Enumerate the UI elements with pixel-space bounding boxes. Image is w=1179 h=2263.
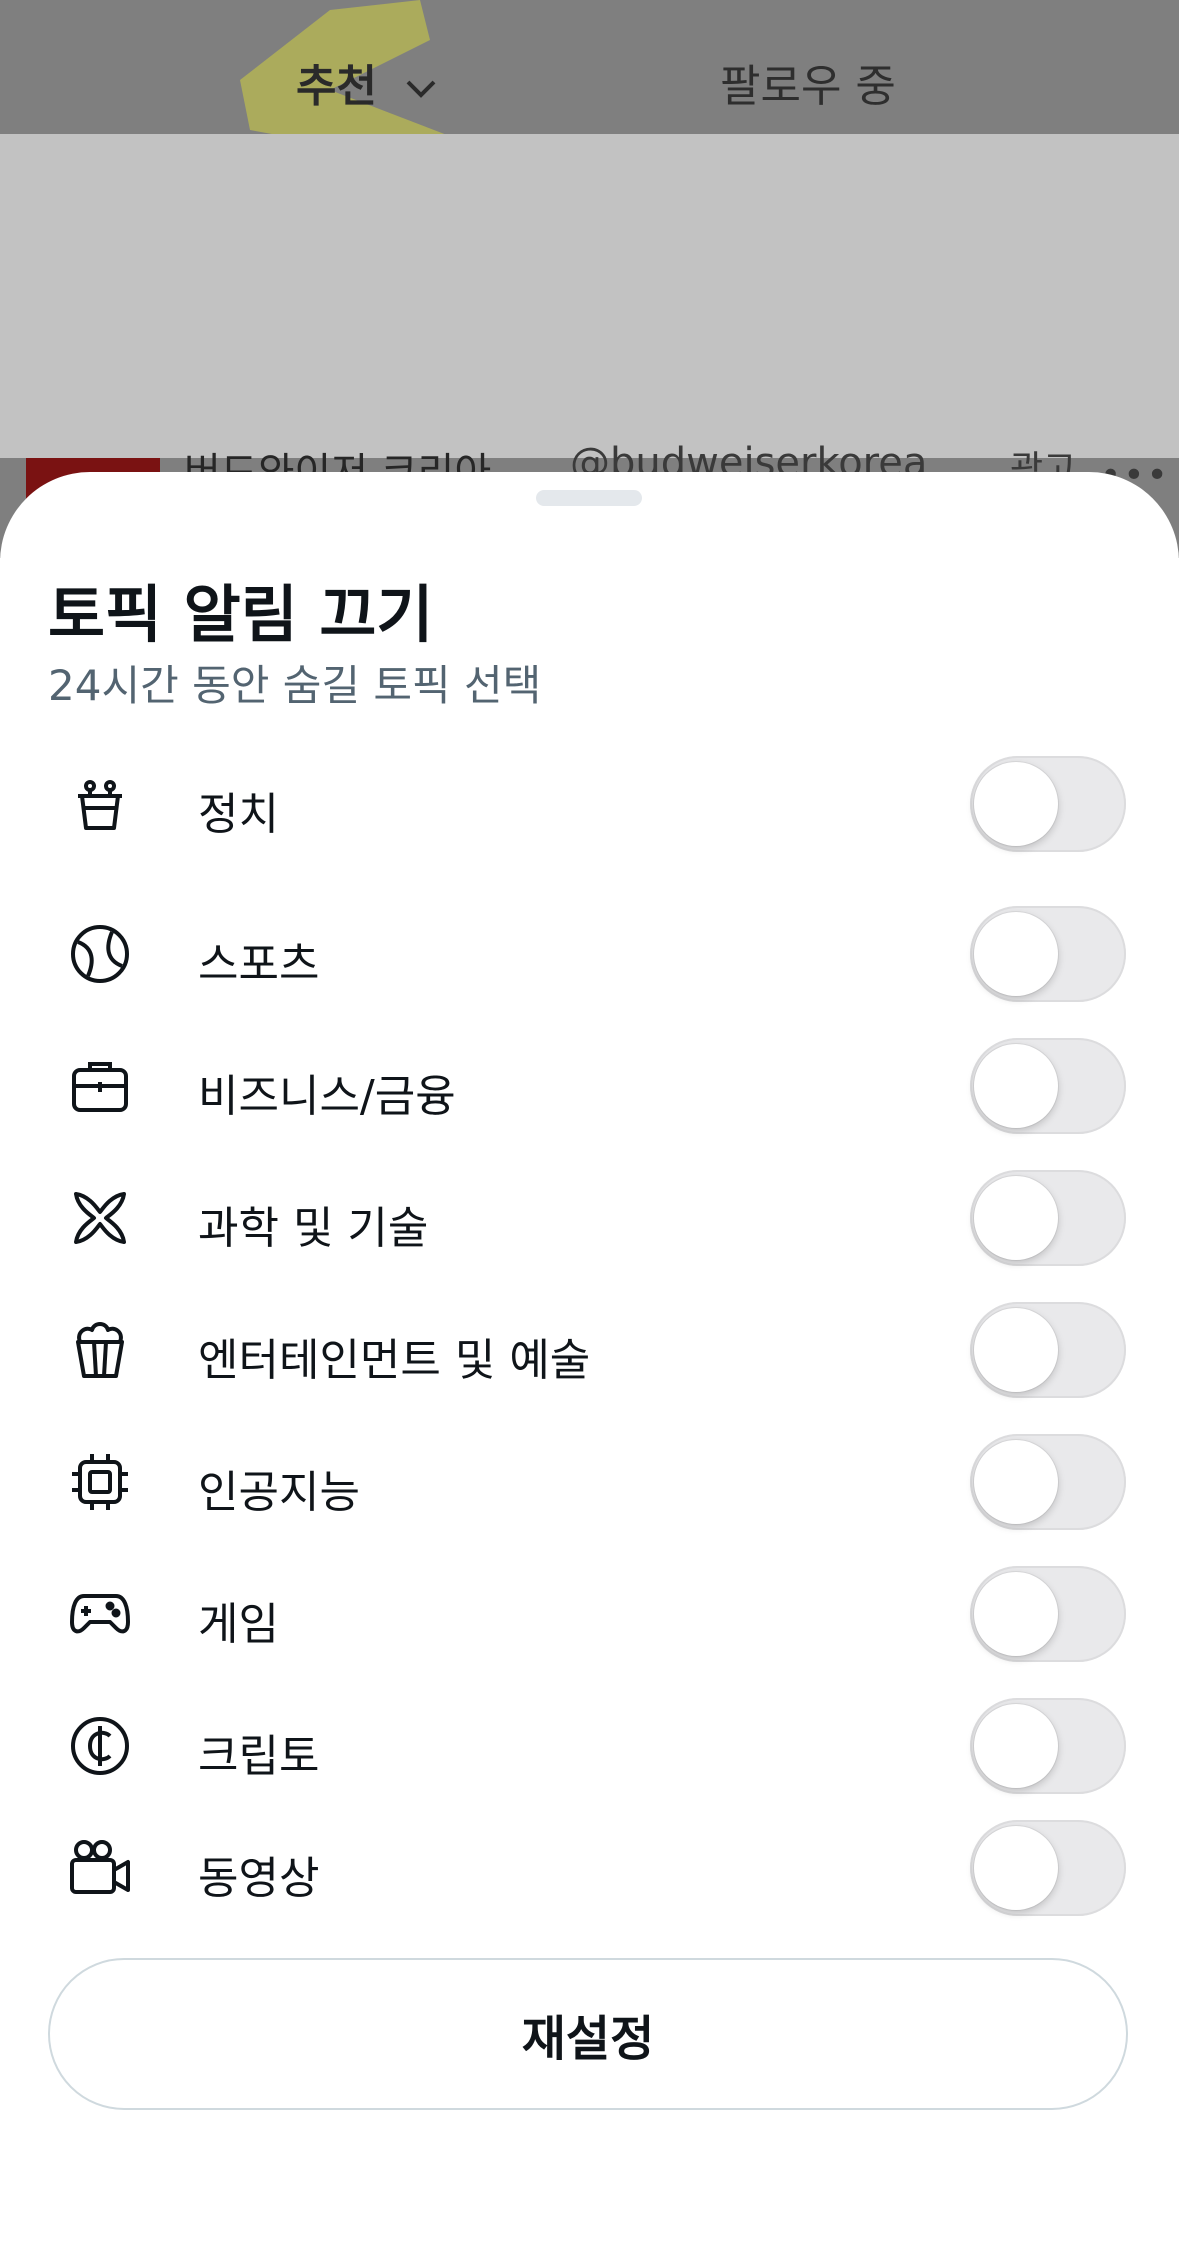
- toggle-knob: [974, 1044, 1058, 1128]
- topic-toggle-video[interactable]: [970, 1820, 1126, 1916]
- promo-banner: [0, 134, 1179, 458]
- topic-row-ai[interactable]: 인공지능: [0, 1432, 1179, 1532]
- topic-toggle-politics[interactable]: [970, 756, 1126, 852]
- chip-icon: [72, 1454, 128, 1510]
- topic-label: 비즈니스/금융: [198, 1071, 456, 1122]
- topic-row-entertainment[interactable]: 엔터테인먼트 및 예술: [0, 1300, 1179, 1400]
- toggle-knob: [974, 1826, 1058, 1910]
- topic-row-gaming[interactable]: 게임: [0, 1564, 1179, 1664]
- topic-toggle-ai[interactable]: [970, 1434, 1126, 1530]
- chevron-down-icon: [406, 80, 436, 98]
- topic-label: 게임: [198, 1599, 279, 1650]
- topic-row-video[interactable]: 동영상: [0, 1818, 1179, 1918]
- topic-row-business[interactable]: 비즈니스/금융: [0, 1036, 1179, 1136]
- topic-toggle-business[interactable]: [970, 1038, 1126, 1134]
- reset-button[interactable]: 재설정: [48, 1958, 1128, 2110]
- toggle-knob: [974, 762, 1058, 846]
- video-camera-icon: [70, 1840, 130, 1894]
- topic-toggle-crypto[interactable]: [970, 1698, 1126, 1794]
- briefcase-icon: [72, 1062, 128, 1112]
- sports-ball-icon: [71, 925, 129, 983]
- topic-label: 과학 및 기술: [198, 1203, 429, 1254]
- topic-row-crypto[interactable]: 크립토: [0, 1696, 1179, 1796]
- atom-icon: [74, 1192, 126, 1244]
- sheet-title: 토픽 알림 끄기: [48, 578, 434, 651]
- topic-toggle-science[interactable]: [970, 1170, 1126, 1266]
- topic-row-sports[interactable]: 스포츠: [0, 904, 1179, 1004]
- topic-label: 인공지능: [198, 1467, 360, 1518]
- toggle-knob: [974, 1176, 1058, 1260]
- toggle-knob: [974, 1704, 1058, 1788]
- topic-row-science[interactable]: 과학 및 기술: [0, 1168, 1179, 1268]
- politics-icon: [78, 780, 122, 830]
- toggle-knob: [974, 1308, 1058, 1392]
- tab-following-label: 팔로우 중: [720, 61, 896, 112]
- topic-label: 동영상: [198, 1853, 320, 1904]
- crypto-coin-icon: [71, 1717, 129, 1775]
- popcorn-icon: [76, 1322, 124, 1378]
- tab-recommended-label: 추천: [296, 61, 377, 112]
- tab-recommended[interactable]: 추천: [296, 50, 438, 114]
- sheet-subtitle: 24시간 동안 숨길 토픽 선택: [48, 661, 542, 710]
- topic-toggle-gaming[interactable]: [970, 1566, 1126, 1662]
- sheet-drag-handle[interactable]: [536, 490, 642, 506]
- topic-label: 엔터테인먼트 및 예술: [198, 1335, 591, 1386]
- toggle-knob: [974, 912, 1058, 996]
- top-tab-bar: [0, 0, 1179, 134]
- tab-following[interactable]: 팔로우 중: [720, 50, 896, 114]
- topic-label: 크립토: [198, 1731, 320, 1782]
- topic-toggle-entertainment[interactable]: [970, 1302, 1126, 1398]
- toggle-knob: [974, 1572, 1058, 1656]
- topic-label: 정치: [198, 789, 279, 840]
- topic-row-politics[interactable]: 정치: [0, 754, 1179, 854]
- topic-mute-sheet: 토픽 알림 끄기 24시간 동안 숨길 토픽 선택 정치 스포츠 비즈니스/금융…: [0, 472, 1179, 2263]
- topic-toggle-sports[interactable]: [970, 906, 1126, 1002]
- topic-label: 스포츠: [198, 939, 320, 990]
- gamepad-icon: [70, 1594, 130, 1634]
- toggle-knob: [974, 1440, 1058, 1524]
